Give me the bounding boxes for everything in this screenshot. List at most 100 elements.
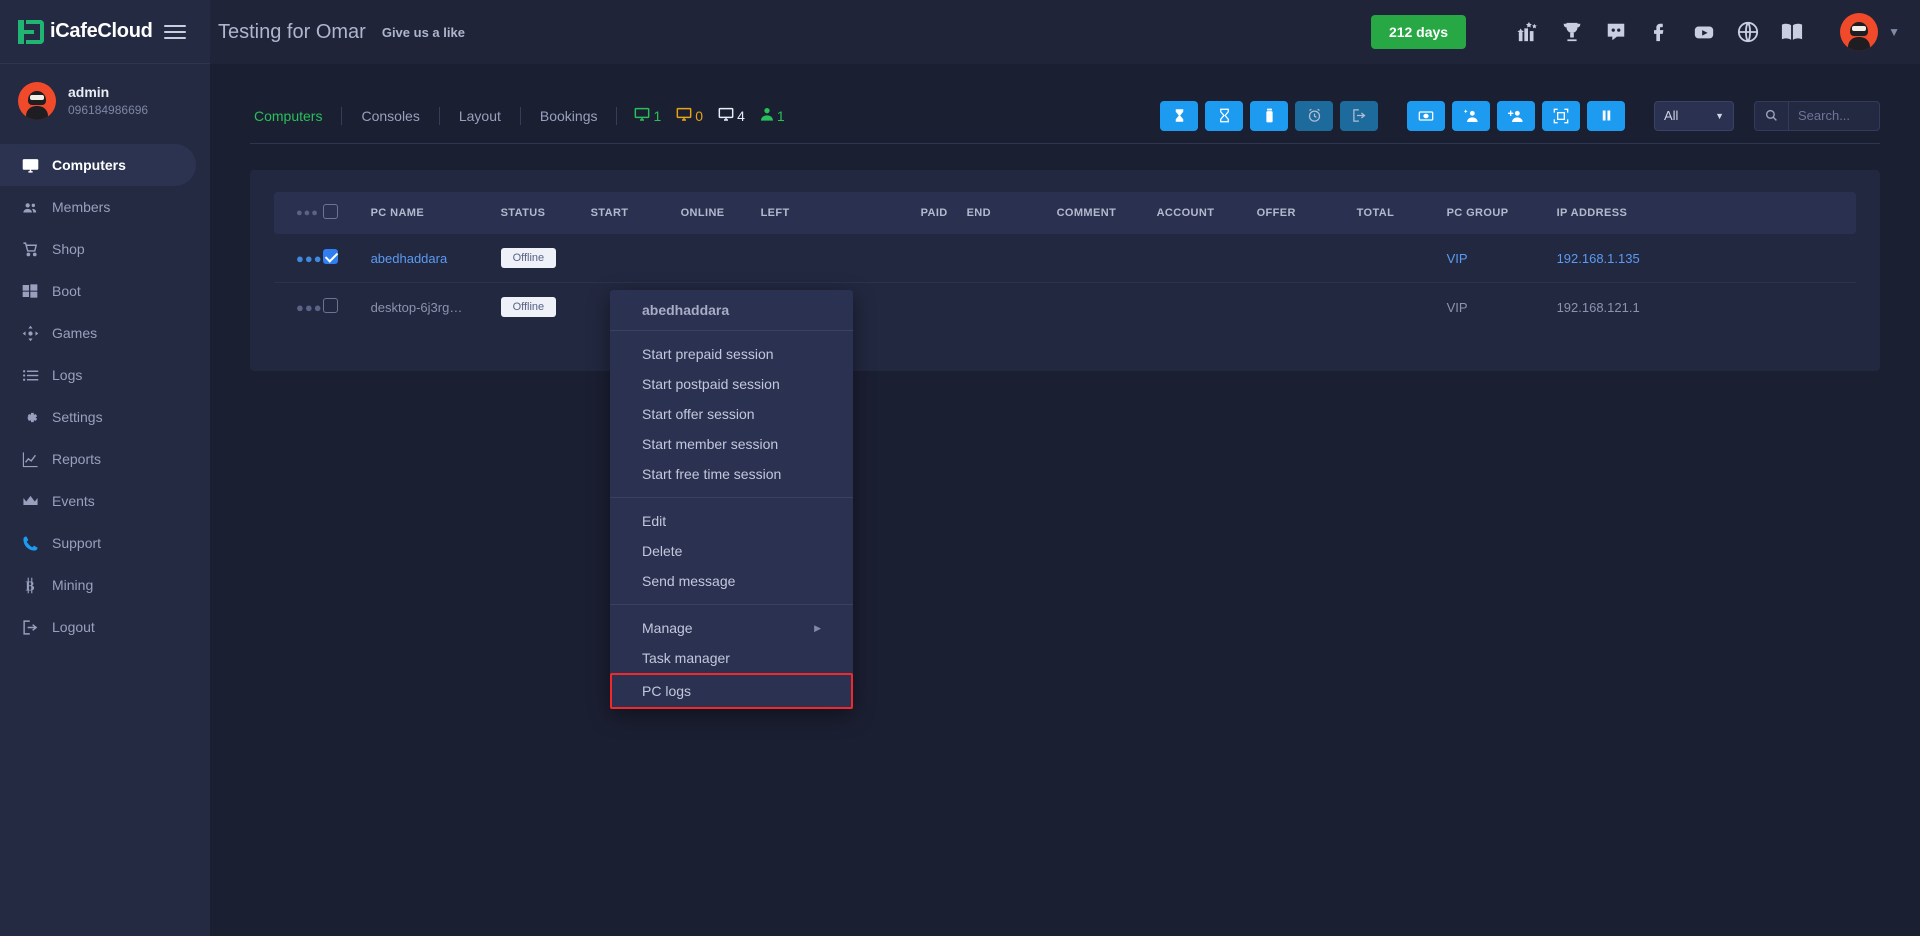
menu-item-pc-logs[interactable]: PC logs [610, 673, 853, 709]
menu-item-task-manager[interactable]: Task manager [610, 643, 853, 673]
cell-pc-group: VIP [1447, 234, 1557, 283]
col-ip-address[interactable]: IP ADDRESS [1557, 192, 1856, 234]
col-left[interactable]: LEFT [761, 192, 921, 234]
globe-icon[interactable] [1737, 21, 1759, 43]
col-comment[interactable]: COMMENT [1057, 192, 1157, 234]
sidebar-item-mining[interactable]: B Mining [0, 564, 210, 606]
sidebar-item-games[interactable]: Games [0, 312, 210, 354]
menu-item-edit[interactable]: Edit [610, 506, 853, 536]
pc-name-link[interactable]: abedhaddara [371, 251, 448, 266]
col-account[interactable]: ACCOUNT [1157, 192, 1257, 234]
sidebar-item-shop[interactable]: Shop [0, 228, 210, 270]
menu-item-start-postpaid-session[interactable]: Start postpaid session [610, 369, 853, 399]
days-remaining-badge[interactable]: 212 days [1371, 15, 1466, 49]
add-member-icon[interactable] [1497, 101, 1535, 131]
sidebar-item-logout[interactable]: Logout [0, 606, 210, 648]
header-avatar-icon [1840, 13, 1878, 51]
cell-account [1157, 234, 1257, 283]
gear-icon [22, 409, 48, 426]
battery-icon[interactable] [1250, 101, 1288, 131]
table-row[interactable]: ●●● desktop-6j3rg… Offline VIP [274, 283, 1856, 332]
user-id: 096184986696 [68, 102, 148, 118]
screenshot-icon[interactable] [1542, 101, 1580, 131]
counter-members[interactable]: 1 [759, 106, 785, 125]
context-menu: abedhaddara Start prepaid session Start … [610, 290, 853, 709]
logout-session-icon[interactable] [1340, 101, 1378, 131]
sidebar-item-settings[interactable]: Settings [0, 396, 210, 438]
cash-icon[interactable] [1407, 101, 1445, 131]
sidebar-item-label: Support [52, 535, 101, 551]
row-options-icon[interactable]: ●●● [296, 251, 323, 266]
counter-online[interactable]: 1 [633, 106, 661, 125]
monitor-icon [22, 157, 48, 174]
menu-item-start-prepaid-session[interactable]: Start prepaid session [610, 339, 853, 369]
alarm-clock-icon[interactable] [1295, 101, 1333, 131]
row-options-icon[interactable]: ●●● [296, 300, 323, 315]
menu-item-start-free-time-session[interactable]: Start free time session [610, 459, 853, 489]
sidebar-item-logs[interactable]: Logs [0, 354, 210, 396]
hamburger-menu-icon[interactable] [164, 21, 186, 43]
header-actions: 212 days ▼ [1371, 13, 1920, 51]
cell-comment [1057, 234, 1157, 283]
trophy-icon[interactable] [1561, 21, 1583, 43]
tab-consoles[interactable]: Consoles [342, 107, 439, 125]
counter-value: 1 [653, 108, 661, 124]
menu-item-start-member-session[interactable]: Start member session [610, 429, 853, 459]
col-pc-group[interactable]: PC GROUP [1447, 192, 1557, 234]
pause-icon[interactable] [1587, 101, 1625, 131]
cell-ip-address: 192.168.121.1 [1557, 283, 1856, 332]
sidebar: iCafeCloud admin 096184986696 Computers … [0, 0, 210, 936]
sidebar-item-events[interactable]: Events [0, 480, 210, 522]
row-checkbox[interactable] [323, 298, 338, 313]
col-pc-name[interactable]: PC NAME [371, 192, 501, 234]
hourglass-outline-icon[interactable] [1205, 101, 1243, 131]
col-end[interactable]: END [967, 192, 1057, 234]
computers-table: ●●● PC NAME STATUS START ONLINE LEFT PAI… [274, 192, 1856, 331]
col-total[interactable]: TOTAL [1357, 192, 1447, 234]
table-row[interactable]: ●●● abedhaddara Offline VIP [274, 234, 1856, 283]
facebook-icon[interactable] [1649, 21, 1671, 43]
sidebar-item-boot[interactable]: Boot [0, 270, 210, 312]
counter-idle[interactable]: 0 [675, 106, 703, 125]
search-icon[interactable] [1754, 101, 1788, 131]
col-status[interactable]: STATUS [501, 192, 591, 234]
search-input[interactable] [1788, 101, 1880, 131]
avatar [18, 82, 56, 120]
counter-offline[interactable]: 4 [717, 106, 745, 125]
menu-item-send-message[interactable]: Send message [610, 566, 853, 596]
discord-icon[interactable] [1605, 21, 1627, 43]
cell-paid [921, 283, 967, 332]
tab-computers[interactable]: Computers [250, 107, 342, 125]
book-icon[interactable] [1781, 21, 1803, 43]
sidebar-item-support[interactable]: Support [0, 522, 210, 564]
column-options-icon[interactable]: ●●● [296, 207, 319, 219]
context-menu-title: abedhaddara [610, 290, 853, 331]
cell-pc-name: abedhaddara [371, 234, 501, 283]
add-member-star-icon[interactable] [1452, 101, 1490, 131]
youtube-icon[interactable] [1693, 21, 1715, 43]
sidebar-item-reports[interactable]: Reports [0, 438, 210, 480]
brand-name: iCafeCloud [50, 20, 153, 43]
tab-bookings[interactable]: Bookings [521, 107, 618, 125]
user-profile[interactable]: admin 096184986696 [0, 64, 210, 138]
select-all-checkbox[interactable] [323, 204, 338, 219]
menu-item-start-offer-session[interactable]: Start offer session [610, 399, 853, 429]
chart-icon [22, 451, 48, 468]
give-us-a-like-link[interactable]: Give us a like [382, 25, 465, 40]
sidebar-item-members[interactable]: Members [0, 186, 210, 228]
cell-pc-group: VIP [1447, 283, 1557, 332]
row-checkbox[interactable] [323, 249, 338, 264]
stats-icon[interactable] [1517, 21, 1539, 43]
header-user-menu[interactable]: ▼ [1840, 13, 1900, 51]
col-online[interactable]: ONLINE [681, 192, 761, 234]
filter-select[interactable]: All ▼ [1654, 101, 1734, 131]
sidebar-item-computers[interactable]: Computers [0, 144, 196, 186]
menu-item-delete[interactable]: Delete [610, 536, 853, 566]
col-offer[interactable]: OFFER [1257, 192, 1357, 234]
menu-item-manage[interactable]: Manage ▶ [610, 613, 853, 643]
col-paid[interactable]: PAID [921, 192, 967, 234]
pc-name-link[interactable]: desktop-6j3rg… [371, 300, 463, 315]
hourglass-filled-icon[interactable] [1160, 101, 1198, 131]
col-start[interactable]: START [591, 192, 681, 234]
tab-layout[interactable]: Layout [440, 107, 521, 125]
